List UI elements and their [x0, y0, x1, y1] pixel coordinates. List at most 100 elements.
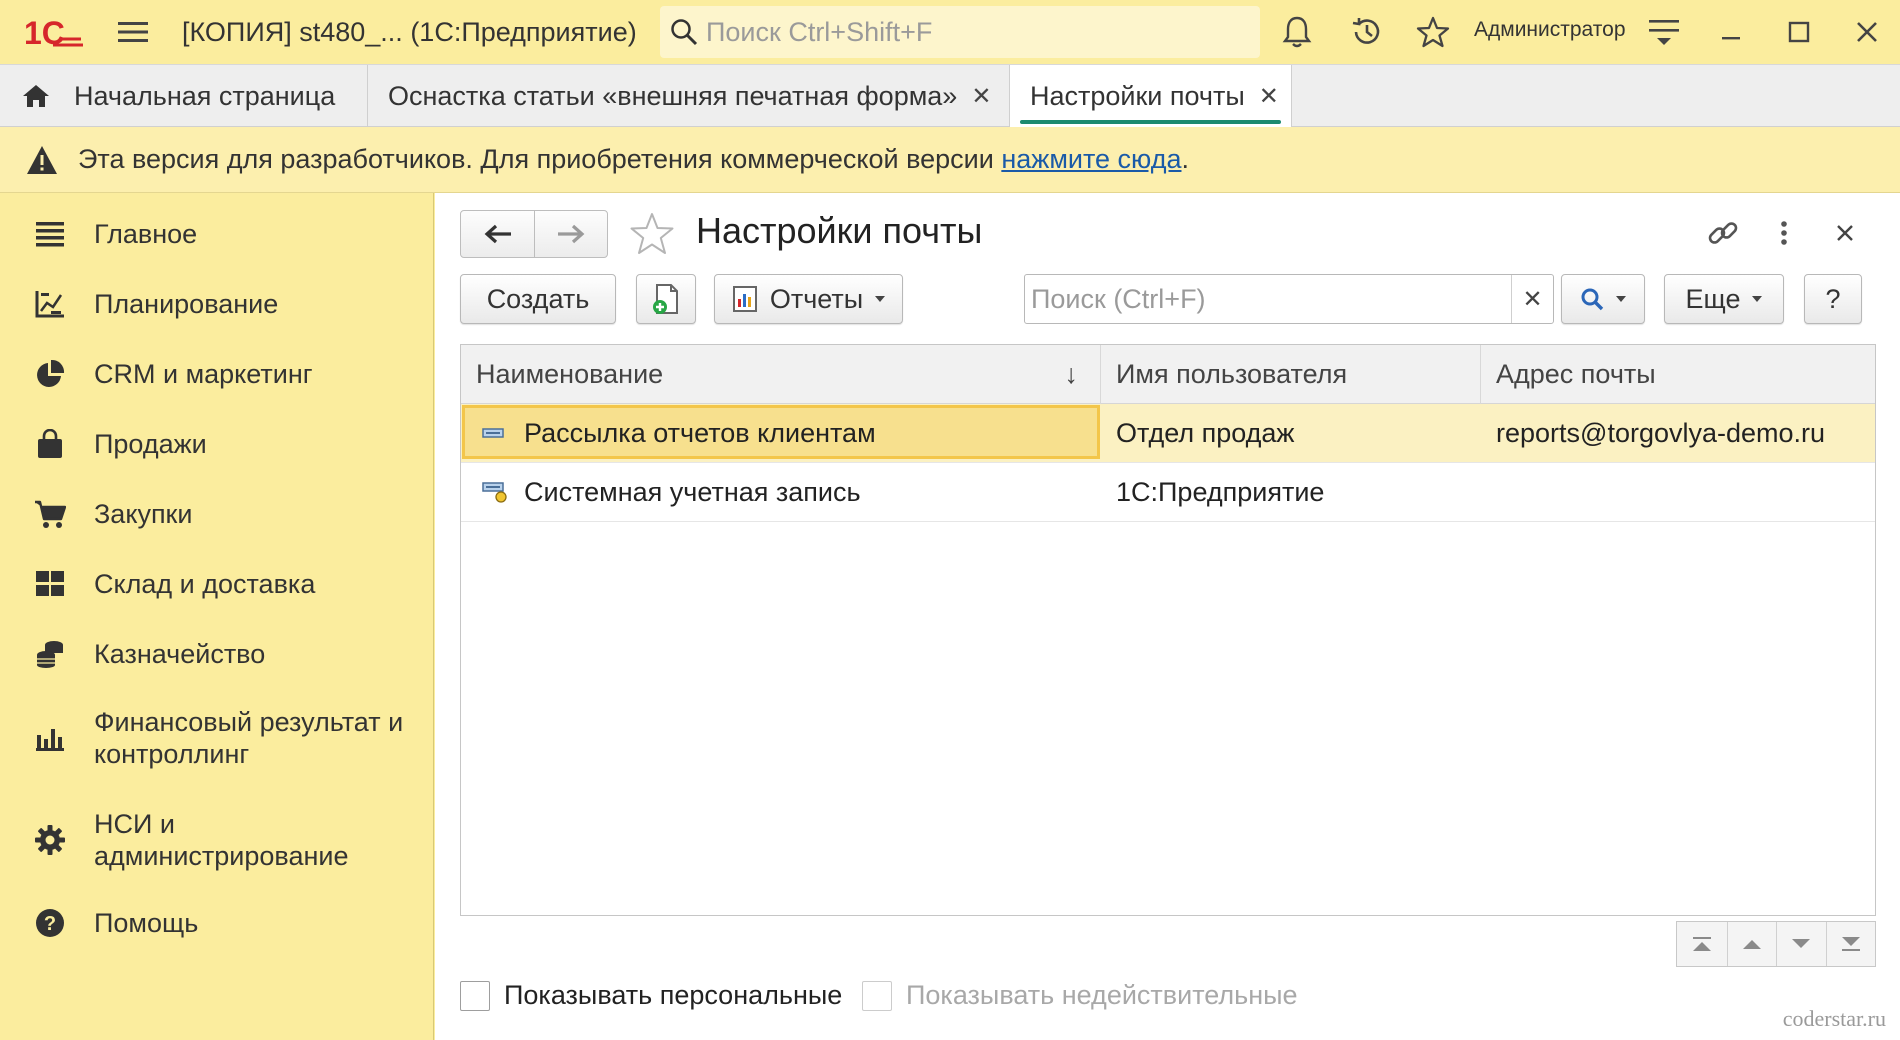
- developer-version-banner: Эта версия для разработчиков. Для приобр…: [0, 127, 1900, 193]
- scroll-down-button[interactable]: [1776, 922, 1826, 966]
- close-tab-icon[interactable]: ✕: [1259, 82, 1279, 111]
- new-document-icon: [653, 284, 678, 314]
- tab-home[interactable]: Начальная страница: [0, 65, 368, 127]
- scroll-up-button[interactable]: [1726, 922, 1777, 966]
- tab-mail-settings[interactable]: Настройки почты ✕: [1010, 65, 1292, 127]
- tab-label: Настройки почты: [1030, 80, 1245, 111]
- app-logo[interactable]: 1С: [22, 0, 86, 64]
- sidebar-item-treasury[interactable]: Казначейство: [0, 633, 434, 675]
- cell-email: [1481, 463, 1875, 521]
- column-header-name[interactable]: Наименование ↓: [461, 345, 1101, 404]
- history-button[interactable]: [1342, 7, 1392, 57]
- help-icon: ?: [34, 907, 66, 939]
- create-copy-button[interactable]: [636, 274, 696, 324]
- get-link-button[interactable]: [1701, 211, 1745, 255]
- checkbox-box[interactable]: [862, 980, 892, 1011]
- buy-commercial-link[interactable]: нажмите сюда: [1001, 144, 1181, 174]
- kebab-menu-icon: [1781, 221, 1787, 245]
- sidebar-item-help[interactable]: ? Помощь: [0, 902, 434, 944]
- add-to-favorites-button[interactable]: [627, 209, 677, 259]
- more-label: Еще: [1685, 283, 1741, 314]
- bar-chart-icon: [34, 722, 66, 754]
- settings-menu-button[interactable]: [1639, 7, 1689, 57]
- minimize-button[interactable]: [1706, 7, 1756, 57]
- scroll-to-top-button[interactable]: [1677, 922, 1727, 966]
- cart-icon: [34, 498, 66, 530]
- close-tab-icon[interactable]: ✕: [971, 82, 991, 111]
- sections-sidebar: Главное Планирование CRM и маркетинг Про…: [0, 193, 434, 1040]
- cell-email: reports@torgovlya-demo.ru: [1496, 417, 1826, 448]
- reports-button[interactable]: Отчеты: [714, 274, 903, 324]
- sidebar-item-main[interactable]: Главное: [0, 213, 434, 255]
- sidebar-item-admin[interactable]: НСИ и администрирование: [0, 800, 434, 880]
- column-header-user[interactable]: Имя пользователя: [1101, 345, 1481, 404]
- sidebar-item-label: Продажи: [94, 429, 207, 459]
- chevron-down-icon: [875, 296, 886, 302]
- report-icon: [732, 285, 758, 313]
- create-button[interactable]: Создать: [460, 274, 616, 324]
- search-options-button[interactable]: [1561, 274, 1645, 324]
- home-icon: [22, 83, 52, 109]
- favorites-button[interactable]: [1408, 7, 1458, 57]
- show-personal-checkbox[interactable]: Показывать персональные: [460, 980, 842, 1011]
- sidebar-item-financial-result[interactable]: Финансовый результат и контроллинг: [0, 698, 434, 778]
- column-header-email[interactable]: Адрес почты: [1481, 345, 1875, 404]
- list-icon: [34, 218, 66, 250]
- sidebar-item-label: Главное: [94, 219, 198, 249]
- star-outline-icon: [630, 213, 674, 254]
- more-button[interactable]: Еще: [1664, 274, 1784, 324]
- bell-icon: [1282, 16, 1312, 48]
- search-icon: [1581, 288, 1604, 311]
- sidebar-item-crm[interactable]: CRM и маркетинг: [0, 353, 434, 395]
- link-icon: [1708, 222, 1738, 244]
- planning-icon: [34, 288, 66, 320]
- tab-external-print-form[interactable]: Оснастка статьи «внешняя печатная форма»…: [368, 65, 1010, 127]
- show-invalid-checkbox[interactable]: Показывать недействительные: [862, 980, 1298, 1011]
- table-row[interactable]: Рассылка отчетов клиентам Отдел продаж r…: [461, 404, 1875, 463]
- cell-user: 1С:Предприятие: [1116, 476, 1325, 507]
- watermark: coderstar.ru: [1782, 1006, 1886, 1031]
- sidebar-item-sales[interactable]: Продажи: [0, 423, 434, 465]
- notifications-button[interactable]: [1272, 7, 1322, 57]
- title-bar: 1С [КОПИЯ] st480_... (1С:Предприятие) По…: [0, 0, 1900, 64]
- list-search-input[interactable]: [1031, 283, 1501, 315]
- close-icon: [1837, 225, 1853, 241]
- close-icon: [1857, 22, 1877, 42]
- logo-1c-icon: 1С: [24, 15, 83, 49]
- chevron-down-icon: [1752, 296, 1763, 302]
- list-search[interactable]: ✕: [1024, 274, 1554, 324]
- help-button[interactable]: ?: [1804, 274, 1862, 324]
- sidebar-item-planning[interactable]: Планирование: [0, 283, 434, 325]
- global-search-input[interactable]: [706, 16, 1246, 48]
- sidebar-item-label: Помощь: [94, 908, 199, 938]
- warning-icon: [26, 144, 58, 176]
- forward-button[interactable]: [534, 211, 607, 257]
- clear-search-icon[interactable]: ✕: [1511, 275, 1553, 323]
- cell-name: Рассылка отчетов клиентам: [524, 417, 876, 448]
- sidebar-item-label: Финансовый результат и контроллинг: [94, 707, 404, 769]
- current-user[interactable]: Администратор: [1474, 18, 1626, 42]
- more-actions-button[interactable]: [1762, 211, 1806, 255]
- maximize-button[interactable]: [1774, 7, 1824, 57]
- scroll-to-bottom-button[interactable]: [1825, 922, 1876, 966]
- sidebar-item-warehouse[interactable]: Склад и доставка: [0, 563, 434, 605]
- back-button[interactable]: [461, 211, 534, 257]
- sidebar-item-purchases[interactable]: Закупки: [0, 493, 434, 535]
- maximize-icon: [1788, 21, 1810, 43]
- sidebar-item-label: Склад и доставка: [94, 569, 316, 599]
- gear-icon: [34, 824, 66, 856]
- settings-lines-icon: [1649, 20, 1679, 45]
- warehouse-icon: [34, 568, 66, 600]
- scroll-bottom-icon: [1841, 937, 1860, 951]
- global-search[interactable]: [660, 6, 1260, 58]
- minimize-icon: [1722, 37, 1740, 40]
- sort-descending-icon: ↓: [1064, 359, 1079, 389]
- close-form-button[interactable]: [1823, 211, 1867, 255]
- main-menu-button[interactable]: [108, 7, 158, 57]
- table-row[interactable]: Системная учетная запись 1С:Предприятие: [461, 463, 1875, 522]
- checkbox-label: Показывать недействительные: [906, 980, 1298, 1010]
- chevron-down-icon: [1616, 296, 1626, 302]
- checkbox-box[interactable]: [460, 980, 490, 1011]
- chevron-up-icon: [1742, 940, 1761, 949]
- close-window-button[interactable]: [1842, 7, 1892, 57]
